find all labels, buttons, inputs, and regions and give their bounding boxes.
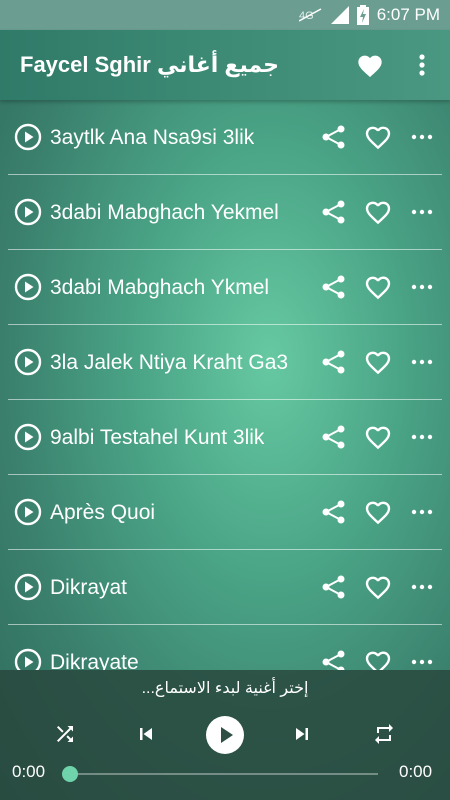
more-horiz-icon[interactable] [410, 198, 434, 226]
total-time: 0:00 [399, 762, 433, 781]
song-row[interactable]: Dikrayat [0, 550, 450, 625]
share-icon[interactable] [320, 423, 348, 451]
more-horiz-icon[interactable] [410, 423, 434, 451]
more-horiz-icon[interactable] [410, 348, 434, 376]
song-title: 3aytlk Ana Nsa9si 3lik [50, 126, 255, 149]
overflow-menu-button[interactable] [412, 52, 432, 78]
song-title: 3la Jalek Ntiya Kraht Ga3 [50, 351, 289, 374]
heart-outline-icon[interactable] [363, 198, 393, 226]
more-horiz-icon[interactable] [410, 123, 434, 151]
song-list: 3aytlk Ana Nsa9si 3lik 3dabi Mabghach Ye… [0, 100, 450, 670]
more-horiz-icon[interactable] [410, 273, 434, 301]
seek-bar[interactable] [70, 773, 378, 775]
shuffle-icon[interactable] [53, 722, 77, 746]
song-row[interactable]: 3dabi Mabghach Ykmel [0, 250, 450, 325]
share-icon[interactable] [320, 573, 348, 601]
heart-outline-icon[interactable] [363, 573, 393, 601]
data-off-icon: 4G [298, 7, 323, 23]
share-icon[interactable] [320, 123, 348, 151]
player-bar: إختر أغنية لبدء الاستماع... 0:00 0:00 [0, 670, 450, 800]
heart-outline-icon[interactable] [363, 498, 393, 526]
song-title: Après Quoi [50, 501, 156, 524]
song-title: 9albi Testahel Kunt 3lik [50, 426, 265, 449]
song-row[interactable]: Après Quoi [0, 475, 450, 550]
song-row[interactable]: 3aytlk Ana Nsa9si 3lik [0, 100, 450, 175]
play-circle-icon[interactable] [14, 348, 42, 376]
heart-outline-icon[interactable] [363, 648, 393, 670]
song-row[interactable]: 3dabi Mabghach Yekmel [0, 175, 450, 250]
play-circle-icon[interactable] [14, 123, 42, 151]
status-time: 6:07 PM [376, 5, 440, 24]
favorites-button[interactable] [356, 52, 384, 78]
song-row[interactable]: 3la Jalek Ntiya Kraht Ga3 [0, 325, 450, 400]
more-horiz-icon[interactable] [410, 573, 434, 601]
play-circle-icon[interactable] [14, 423, 42, 451]
more-horiz-icon[interactable] [410, 648, 434, 670]
heart-outline-icon[interactable] [363, 348, 393, 376]
share-icon[interactable] [320, 498, 348, 526]
heart-outline-icon[interactable] [363, 273, 393, 301]
share-icon[interactable] [320, 648, 348, 670]
heart-icon [358, 55, 382, 78]
status-bar: 4G 6:07 PM [0, 0, 450, 30]
heart-outline-icon[interactable] [363, 123, 393, 151]
song-row[interactable]: Dikrayate [0, 625, 450, 670]
seek-thumb[interactable] [62, 766, 78, 782]
play-circle-icon[interactable] [14, 498, 42, 526]
play-circle-icon[interactable] [14, 573, 42, 601]
skip-previous-icon[interactable] [134, 722, 158, 746]
battery-charging-icon [356, 5, 369, 25]
current-time: 0:00 [12, 762, 46, 781]
share-icon[interactable] [320, 273, 348, 301]
page-title: Faycel Sghir جميع أغاني [20, 52, 280, 77]
play-circle-icon[interactable] [14, 273, 42, 301]
play-button[interactable] [206, 716, 244, 754]
song-title: Dikrayat [50, 576, 128, 599]
play-icon [221, 727, 233, 743]
share-icon[interactable] [320, 198, 348, 226]
more-horiz-icon[interactable] [410, 498, 434, 526]
song-title: 3dabi Mabghach Ykmel [50, 276, 270, 299]
share-icon[interactable] [320, 348, 348, 376]
now-playing-text: إختر أغنية لبدء الاستماع... [141, 680, 309, 697]
song-row[interactable]: 9albi Testahel Kunt 3lik [0, 400, 450, 475]
play-circle-icon[interactable] [14, 198, 42, 226]
repeat-icon[interactable] [372, 722, 396, 746]
play-circle-icon[interactable] [14, 648, 42, 670]
song-title: 3dabi Mabghach Yekmel [50, 201, 279, 224]
skip-next-icon[interactable] [290, 722, 314, 746]
app-bar: Faycel Sghir جميع أغاني [0, 30, 450, 100]
song-title: Dikrayate [50, 651, 139, 670]
heart-outline-icon[interactable] [363, 423, 393, 451]
signal-icon [330, 6, 349, 24]
more-vert-icon [419, 54, 425, 76]
